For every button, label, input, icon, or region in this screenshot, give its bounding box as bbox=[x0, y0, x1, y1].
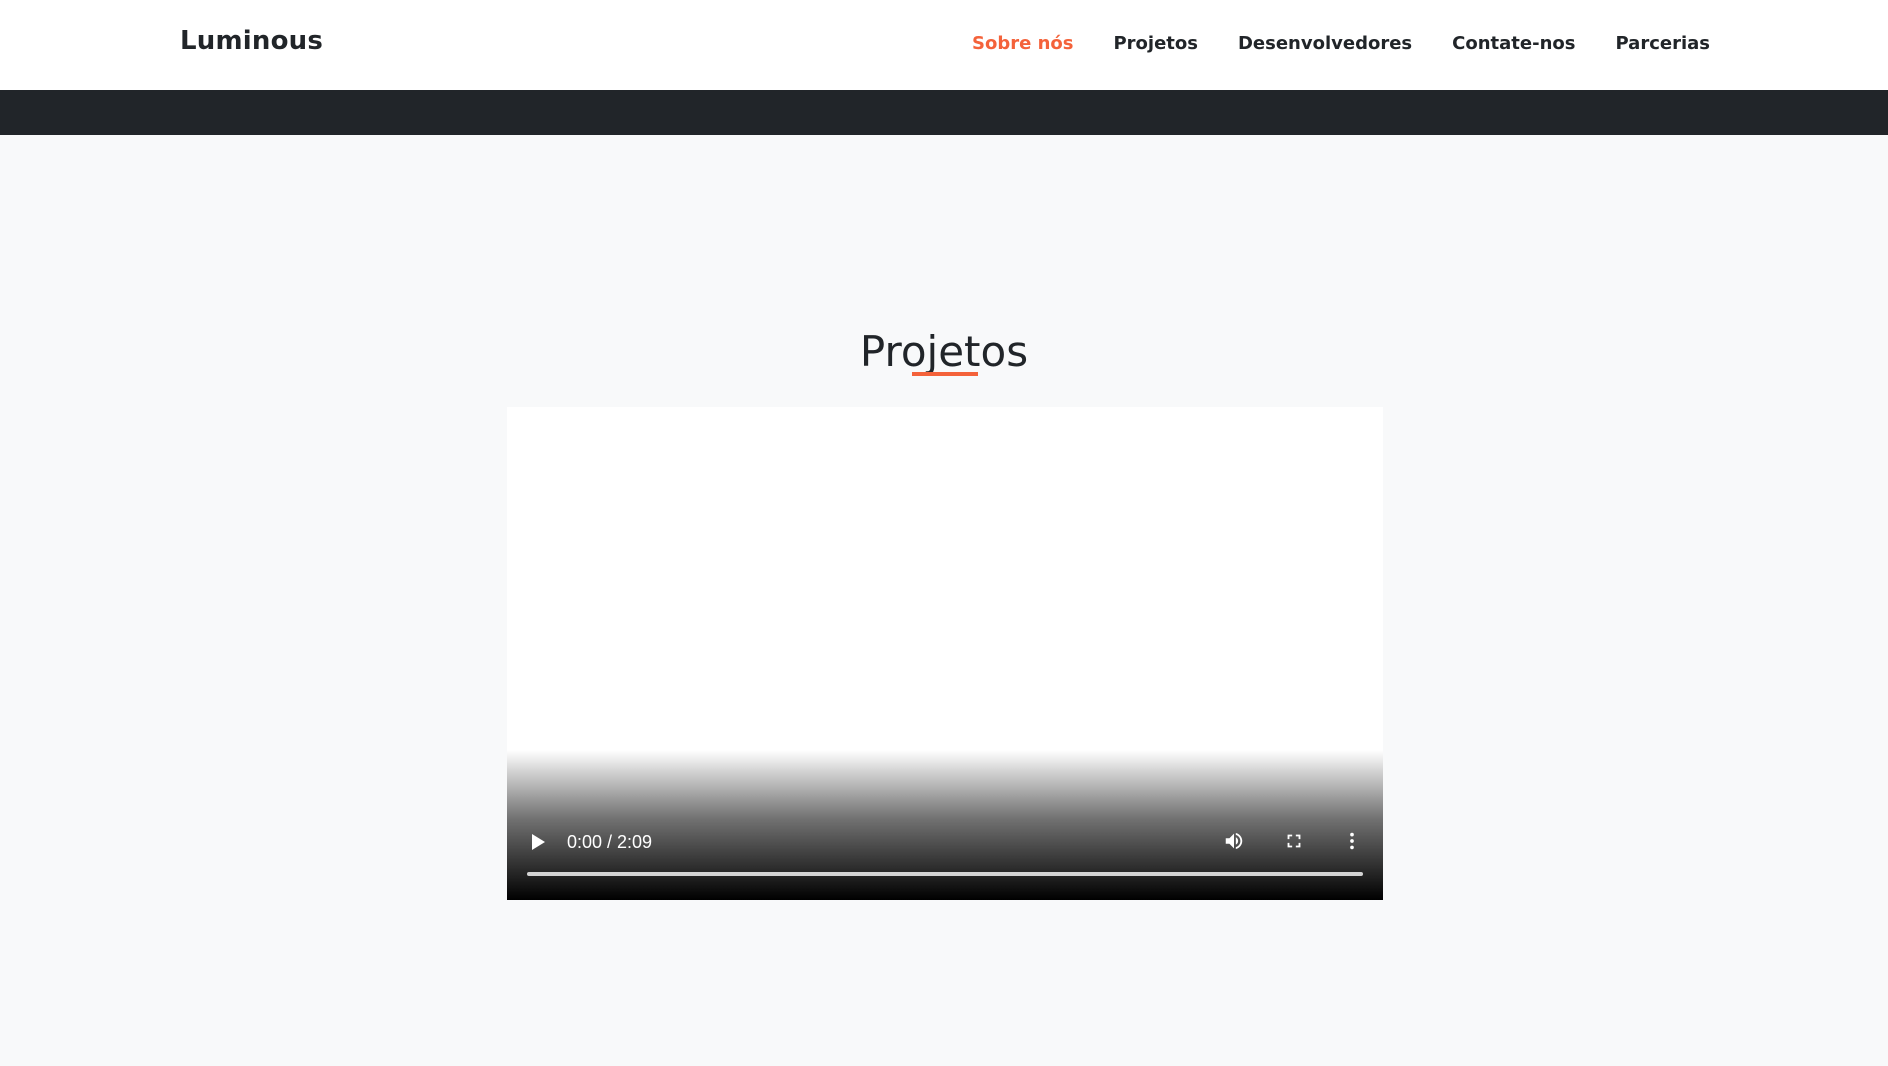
nav-link-desenvolvedores[interactable]: Desenvolvedores bbox=[1238, 33, 1412, 54]
main-nav: Sobre nós Projetos Desenvolvedores Conta… bbox=[972, 33, 1710, 54]
more-vertical-icon[interactable] bbox=[1341, 830, 1363, 856]
video-time: 0:00 / 2:09 bbox=[567, 832, 653, 852]
section-title: Projetos bbox=[859, 326, 1029, 376]
nav-link-projetos[interactable]: Projetos bbox=[1113, 33, 1198, 54]
video-progress-bar[interactable] bbox=[527, 872, 1363, 876]
play-icon[interactable] bbox=[532, 834, 545, 850]
fullscreen-icon-svg bbox=[1287, 834, 1301, 848]
brand-logo[interactable]: Luminous bbox=[180, 26, 323, 56]
video-player[interactable]: 0:00 / 2:09 bbox=[507, 407, 1383, 900]
header-band bbox=[0, 90, 1888, 135]
title-divider bbox=[912, 372, 978, 376]
nav-link-parcerias[interactable]: Parcerias bbox=[1615, 33, 1710, 54]
nav-link-contate-nos[interactable]: Contate-nos bbox=[1452, 33, 1575, 54]
more-vertical-icon-svg bbox=[1350, 832, 1354, 850]
nav-link-sobre-nos[interactable]: Sobre nós bbox=[972, 33, 1073, 54]
volume-icon-svg bbox=[1225, 832, 1243, 850]
fullscreen-icon[interactable] bbox=[1283, 830, 1305, 856]
top-navbar: Luminous Sobre nós Projetos Desenvolvedo… bbox=[0, 0, 1888, 90]
video-controls-overlay bbox=[507, 750, 1383, 900]
volume-icon[interactable] bbox=[1223, 830, 1245, 856]
